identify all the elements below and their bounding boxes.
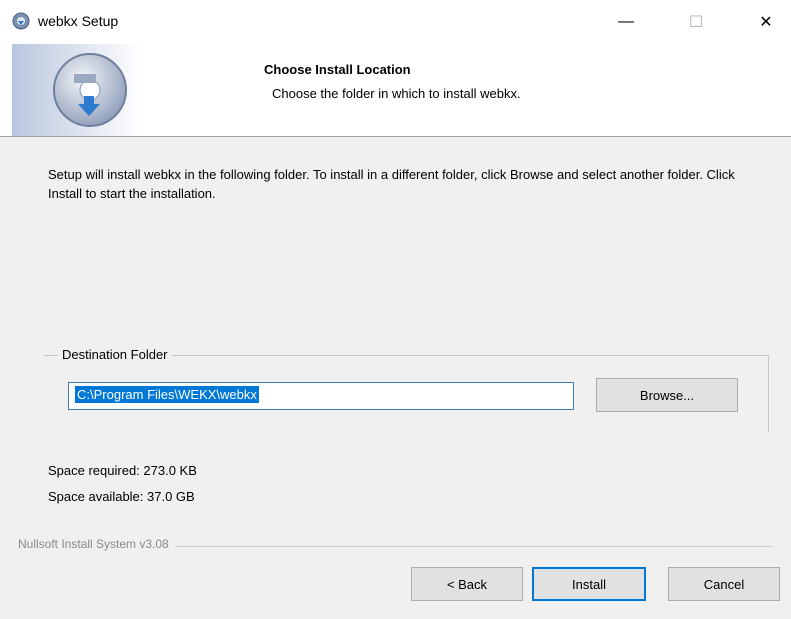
maximize-button[interactable]: ☐: [666, 0, 726, 44]
destination-path-value: C:\Program Files\WEKX\webkx: [75, 386, 259, 403]
destination-folder-label: Destination Folder: [58, 347, 172, 362]
page-subtitle: Choose the folder in which to install we…: [272, 86, 521, 101]
destination-path-input[interactable]: C:\Program Files\WEKX\webkx: [68, 382, 574, 410]
browse-button[interactable]: Browse...: [596, 378, 738, 412]
destination-folder-group: Destination Folder C:\Program Files\WEKX…: [44, 347, 769, 432]
page-title: Choose Install Location: [264, 62, 411, 77]
branding-text: Nullsoft Install System v3.08: [18, 537, 175, 551]
close-button[interactable]: ✕: [736, 0, 791, 44]
install-button[interactable]: Install: [532, 567, 646, 601]
cancel-button[interactable]: Cancel: [668, 567, 780, 601]
space-available-text: Space available: 37.0 GB: [48, 489, 195, 504]
window-title: webkx Setup: [38, 13, 119, 29]
space-required-text: Space required: 273.0 KB: [48, 463, 197, 478]
installer-app-icon: [12, 12, 30, 30]
back-button[interactable]: < Back: [411, 567, 523, 601]
minimize-button[interactable]: —: [596, 0, 656, 44]
installer-banner-icon: [12, 44, 142, 136]
intro-text: Setup will install webkx in the followin…: [48, 167, 735, 201]
header-panel: Choose Install Location Choose the folde…: [0, 44, 791, 137]
title-bar: webkx Setup — ☐ ✕: [0, 0, 791, 44]
